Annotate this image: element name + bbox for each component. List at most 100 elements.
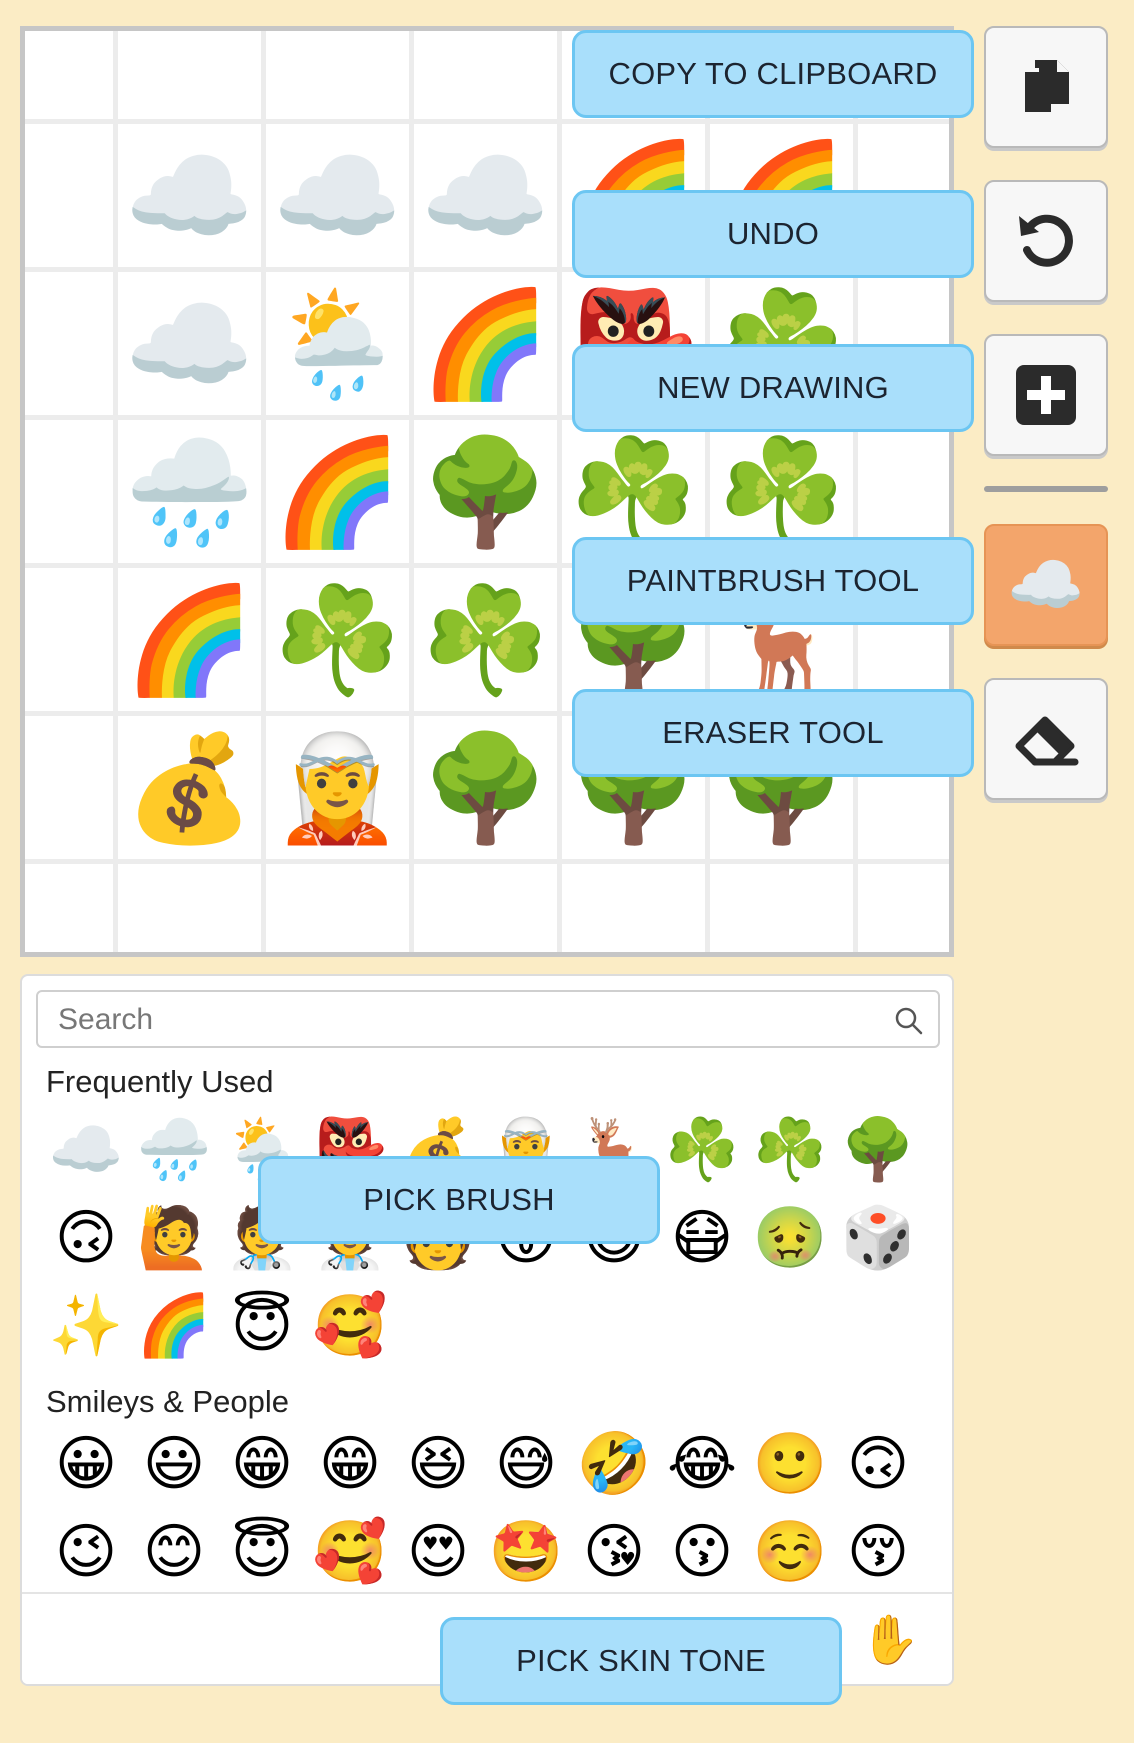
canvas-cell[interactable] [25,568,113,711]
canvas-cell[interactable]: 🌈 [414,272,557,415]
emoji-option[interactable]: 😷 [658,1194,746,1282]
emoji-option[interactable]: 😗 [658,1508,746,1596]
emoji-option[interactable]: 🌳 [834,1106,922,1194]
emoji-glyph: 🌳 [840,1115,916,1185]
canvas-cell[interactable]: 🌳 [414,716,557,859]
emoji-option[interactable]: 😚 [834,1508,922,1596]
emoji-option[interactable]: 😇 [218,1282,306,1370]
canvas-cell[interactable] [858,864,949,952]
canvas-cell[interactable]: 💰 [118,716,261,859]
canvas-cell-emoji: ☁️ [272,134,403,257]
canvas-cell[interactable] [266,864,409,952]
search-input[interactable] [56,1000,880,1040]
emoji-option[interactable]: 🌧️ [130,1106,218,1194]
emoji-glyph: 🌧️ [136,1115,212,1185]
emoji-option[interactable]: 😉 [42,1508,130,1596]
emoji-glyph: 😀 [54,1429,118,1499]
canvas-cell[interactable] [414,31,557,119]
emoji-glyph: 😅 [494,1429,558,1499]
paintbrush-tool-button[interactable]: ☁️ [984,524,1108,646]
emoji-option[interactable]: ☁️ [42,1106,130,1194]
emoji-glyph: 😁 [230,1429,294,1499]
emoji-option[interactable]: 🎲 [834,1194,922,1282]
emoji-option[interactable]: 🥰 [306,1508,394,1596]
canvas-cell[interactable]: 🌦️ [266,272,409,415]
emoji-option[interactable]: 🤣 [570,1420,658,1508]
canvas-cell-emoji: 🌈 [420,282,551,405]
canvas-cell[interactable] [118,864,261,952]
emoji-glyph: 😚 [846,1517,910,1587]
drawing-canvas[interactable]: ☁️☁️☁️🌈🌈☁️🌦️🌈👺☘️🌧️🌈🌳☘️☘️🌈☘️☘️🌳🦌💰🧝🌳🌳🌳 [20,26,954,957]
callout-undo: UNDO [572,190,974,278]
callout-pick-brush: PICK BRUSH [258,1156,660,1244]
emoji-option[interactable]: 🤩 [482,1508,570,1596]
emoji-option[interactable]: 😀 [42,1420,130,1508]
canvas-cell[interactable]: 🌈 [266,420,409,563]
canvas-cell-emoji: 🌈 [272,430,403,553]
eraser-icon [1015,716,1079,766]
skin-tone-hand-icon[interactable]: ✋ [860,1616,920,1664]
emoji-glyph: 😘 [582,1517,646,1587]
canvas-cell[interactable]: ☘️ [414,568,557,711]
emoji-glyph: 🎲 [840,1203,916,1273]
canvas-cell[interactable]: ☁️ [414,124,557,267]
emoji-glyph: 🙋 [136,1203,212,1273]
emoji-option[interactable]: 🤢 [746,1194,834,1282]
canvas-cell[interactable] [414,864,557,952]
emoji-option[interactable]: 😘 [570,1508,658,1596]
emoji-option[interactable]: 🥰 [306,1282,394,1370]
canvas-cell-emoji: 🌳 [420,430,551,553]
canvas-cell[interactable] [25,716,113,859]
canvas-cell[interactable]: ☁️ [118,272,261,415]
canvas-cell[interactable] [25,272,113,415]
canvas-cell[interactable] [25,420,113,563]
emoji-option[interactable]: 😆 [394,1420,482,1508]
canvas-cell[interactable] [562,864,705,952]
smileys-row-2: 😉 😊 😇 🥰 😍 🤩 😘 😗 ☺️ 😚 [42,1508,922,1596]
emoji-option[interactable]: 😅 [482,1420,570,1508]
emoji-glyph: ☘️ [752,1115,828,1185]
emoji-glyph: ☺️ [752,1517,828,1587]
emoji-option[interactable]: 😍 [394,1508,482,1596]
canvas-cell[interactable] [25,864,113,952]
undo-button[interactable] [984,180,1108,302]
canvas-cell[interactable]: 🌈 [118,568,261,711]
canvas-cell[interactable] [710,864,853,952]
emoji-glyph: 😁 [318,1429,382,1499]
canvas-cell[interactable]: ☘️ [266,568,409,711]
emoji-option[interactable]: ✨ [42,1282,130,1370]
canvas-cell[interactable] [25,31,113,119]
canvas-cell[interactable] [118,31,261,119]
canvas-cell[interactable]: ☁️ [266,124,409,267]
search-box[interactable] [36,990,940,1048]
canvas-cell[interactable] [266,31,409,119]
canvas-cell[interactable]: ☁️ [118,124,261,267]
canvas-grid[interactable]: ☁️☁️☁️🌈🌈☁️🌦️🌈👺☘️🌧️🌈🌳☘️☘️🌈☘️☘️🌳🦌💰🧝🌳🌳🌳 [25,31,949,952]
emoji-option[interactable]: 😁 [306,1420,394,1508]
canvas-cell[interactable]: 🧝 [266,716,409,859]
emoji-option[interactable]: ☘️ [746,1106,834,1194]
emoji-option[interactable]: 😇 [218,1508,306,1596]
emoji-option[interactable]: 🙂 [746,1420,834,1508]
emoji-option[interactable]: 🙃 [834,1420,922,1508]
emoji-glyph: 🤢 [752,1203,828,1273]
new-drawing-button[interactable] [984,334,1108,456]
emoji-glyph: 🙃 [846,1429,910,1499]
emoji-option[interactable]: ☺️ [746,1508,834,1596]
frequently-used-title: Frequently Used [46,1064,274,1099]
emoji-option[interactable]: 😁 [218,1420,306,1508]
emoji-option[interactable]: 🙋 [130,1194,218,1282]
canvas-cell[interactable]: 🌳 [414,420,557,563]
emoji-option[interactable]: 😊 [130,1508,218,1596]
canvas-cell[interactable]: 🌧️ [118,420,261,563]
canvas-cell[interactable] [25,124,113,267]
emoji-option[interactable]: 🙃 [42,1194,130,1282]
canvas-cell-emoji: 🌳 [420,726,551,849]
eraser-tool-button[interactable] [984,678,1108,800]
emoji-option[interactable]: ☘️ [658,1106,746,1194]
emoji-option[interactable]: 🌈 [130,1282,218,1370]
copy-to-clipboard-button[interactable] [984,26,1108,148]
emoji-glyph: 😍 [406,1517,470,1587]
emoji-option[interactable]: 😂 [658,1420,746,1508]
emoji-option[interactable]: 😃 [130,1420,218,1508]
